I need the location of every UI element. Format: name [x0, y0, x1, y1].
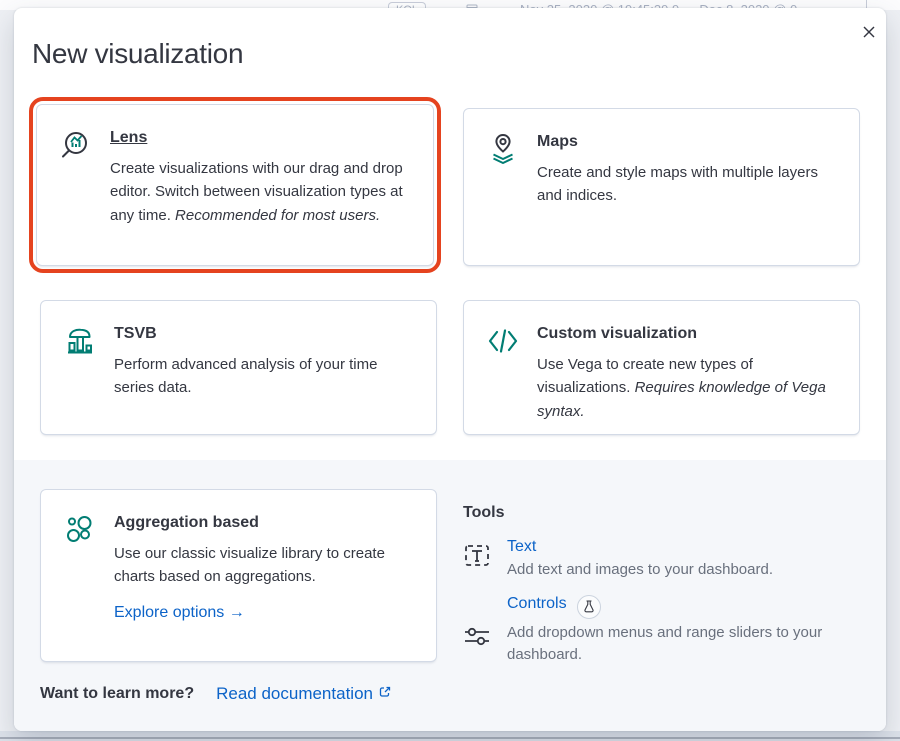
text-tool-link[interactable]: Text [507, 538, 536, 555]
card-description: Use Vega to create new types of visualiz… [537, 353, 837, 423]
lab-flask-badge-icon [577, 595, 601, 619]
card-title: Lens [110, 129, 411, 147]
lens-magnifier-chart-icon [59, 127, 93, 265]
arrow-right-icon: → [229, 604, 245, 621]
card-description: Create and style maps with multiple laye… [537, 161, 837, 208]
background-bottom-strip [0, 731, 900, 741]
card-description: Use our classic visualize library to cre… [114, 542, 414, 589]
learn-more-prompt: Want to learn more? [40, 685, 194, 703]
explore-options-link[interactable]: Explore options → [114, 604, 245, 622]
aggregation-circles-icon [63, 512, 97, 661]
card-title: Aggregation based [114, 514, 414, 532]
tool-item-text: Text Add text and images to your dashboa… [463, 538, 867, 582]
text-tool-icon [463, 538, 491, 582]
card-description: Create visualizations with our drag and … [110, 157, 411, 227]
card-custom-visualization[interactable]: Custom visualization Use Vega to create … [463, 300, 860, 435]
card-tsvb[interactable]: TSVB Perform advanced analysis of your t… [40, 300, 437, 435]
controls-sliders-icon [463, 595, 491, 667]
card-title: Custom visualization [537, 325, 837, 343]
card-title: Maps [537, 133, 837, 151]
tsvb-chart-icon [63, 323, 97, 434]
bottom-section: Aggregation based Use our classic visual… [14, 460, 886, 731]
tools-heading: Tools [463, 504, 867, 522]
controls-tool-link[interactable]: Controls [507, 595, 567, 612]
card-description: Perform advanced analysis of your time s… [114, 353, 414, 400]
card-title: TSVB [114, 325, 414, 343]
card-aggregation-based[interactable]: Aggregation based Use our classic visual… [40, 489, 437, 662]
external-link-icon [378, 684, 392, 704]
close-button[interactable] [856, 20, 882, 46]
new-visualization-modal: New visualization Lens Create visua [14, 8, 886, 731]
modal-title: New visualization [32, 38, 243, 70]
read-documentation-link[interactable]: Read documentation [216, 684, 392, 704]
tools-section: Tools Text Add text and images to your d… [463, 504, 867, 680]
map-pin-layers-icon [486, 131, 520, 265]
code-brackets-icon [486, 323, 520, 434]
card-maps[interactable]: Maps Create and style maps with multiple… [463, 108, 860, 266]
lens-highlight-ring: Lens Create visualizations with our drag… [29, 97, 441, 273]
close-icon [861, 24, 877, 43]
tool-item-controls: Controls Add dropdown menus and range sl… [463, 595, 867, 667]
learn-more-row: Want to learn more? Read documentation [40, 684, 392, 704]
text-tool-description: Add text and images to your dashboard. [507, 559, 773, 582]
controls-tool-description: Add dropdown menus and range sliders to … [507, 622, 867, 667]
page: KQL Nov 25, 2020 @ 19:45:29.9 → Dec 8, 2… [0, 0, 900, 741]
background-bottom-line [0, 737, 900, 739]
card-lens[interactable]: Lens Create visualizations with our drag… [36, 104, 434, 266]
